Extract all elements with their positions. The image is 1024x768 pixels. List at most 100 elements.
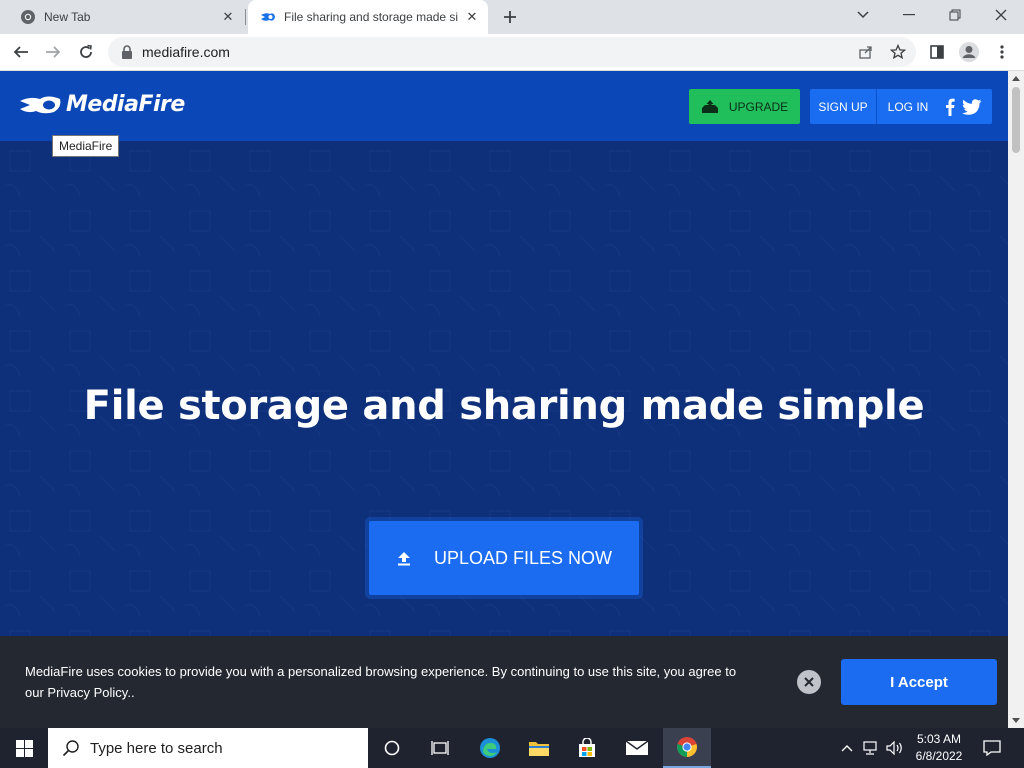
task-view-button[interactable] [416, 728, 464, 768]
forward-button[interactable] [39, 38, 67, 66]
minimize-button[interactable] [886, 0, 932, 30]
page-scrollbar[interactable] [1008, 71, 1024, 728]
side-panel-icon [930, 45, 944, 59]
facebook-link[interactable] [939, 96, 961, 118]
restore-button[interactable] [932, 0, 978, 30]
taskbar-search-box[interactable]: Type here to search [48, 728, 368, 768]
tab-title: File sharing and storage made si [284, 10, 459, 24]
browser-toolbar: mediafire.com [0, 34, 1024, 71]
accept-cookies-button[interactable]: I Accept [841, 659, 997, 705]
back-button[interactable] [7, 38, 35, 66]
upload-files-button[interactable]: UPLOAD FILES NOW [369, 521, 639, 595]
chrome-icon [21, 10, 35, 24]
close-tab-icon[interactable]: ✕ [462, 7, 482, 27]
search-icon [62, 740, 79, 757]
notification-icon [983, 740, 1001, 756]
upgrade-label: UPGRADE [728, 99, 789, 114]
cookie-consent-bar: MediaFire uses cookies to provide you wi… [0, 636, 1008, 728]
mediafire-favicon-icon [261, 13, 275, 21]
network-icon [863, 741, 877, 755]
reload-button[interactable] [72, 38, 100, 66]
hero-section: File storage and sharing made simple UPL… [0, 141, 1008, 636]
cortana-button[interactable] [368, 728, 416, 768]
search-placeholder: Type here to search [90, 739, 223, 757]
network-button[interactable] [860, 728, 882, 768]
share-icon [859, 46, 872, 59]
new-tab-button[interactable] [498, 5, 522, 29]
task-view-icon [431, 741, 449, 755]
share-button[interactable] [852, 38, 880, 66]
close-tab-icon[interactable]: ✕ [218, 7, 238, 27]
notifications-button[interactable] [978, 728, 1006, 768]
logo-tooltip: MediaFire [52, 135, 120, 157]
cookie-message: MediaFire uses cookies to provide you wi… [25, 664, 737, 700]
volume-button[interactable] [884, 728, 906, 768]
reload-icon [80, 44, 92, 58]
store-taskbar-button[interactable] [563, 728, 611, 768]
clock-date: 6/8/2022 [915, 749, 963, 763]
mail-taskbar-button[interactable] [613, 728, 661, 768]
arrow-right-icon [46, 46, 61, 58]
upgrade-icon [701, 99, 718, 113]
star-icon [890, 44, 906, 60]
windows-taskbar: Type here to search 5:03 AM 6/8/2022 [0, 728, 1024, 768]
file-explorer-taskbar-button[interactable] [515, 728, 563, 768]
bookmark-button[interactable] [884, 38, 912, 66]
mediafire-logo[interactable]: MediaFire [18, 92, 185, 117]
show-hidden-icons-button[interactable] [838, 728, 856, 768]
folder-icon [529, 742, 549, 756]
minimize-icon [903, 14, 915, 16]
cookie-close-button[interactable] [797, 670, 821, 694]
plus-icon [504, 11, 516, 23]
tab-mediafire[interactable]: File sharing and storage made si ✕ [248, 0, 488, 34]
speaker-icon [886, 741, 902, 755]
tab-search-button[interactable] [840, 0, 886, 30]
scroll-up-arrow-icon[interactable] [1012, 76, 1020, 81]
upload-button-label: UPLOAD FILES NOW [433, 547, 613, 568]
hero-title: File storage and sharing made simple [83, 383, 925, 429]
twitter-icon [962, 98, 982, 115]
lock-icon [122, 45, 132, 59]
close-icon [995, 9, 1007, 21]
address-bar[interactable]: mediafire.com [108, 37, 916, 67]
mediafire-flame-icon [20, 96, 61, 113]
url-text: mediafire.com [142, 44, 230, 60]
restore-icon [949, 9, 961, 21]
close-icon [804, 677, 814, 687]
edge-taskbar-button[interactable] [466, 728, 514, 768]
scroll-down-arrow-icon[interactable] [1012, 718, 1020, 723]
tab-new-tab[interactable]: New Tab ✕ [8, 0, 244, 34]
auth-nav-group: SIGN UP LOG IN [810, 89, 992, 124]
logo-text: MediaFire [66, 92, 185, 117]
chrome-icon [677, 737, 697, 757]
sign-up-button[interactable]: SIGN UP [810, 89, 877, 124]
chevron-up-icon [841, 745, 853, 752]
log-in-button[interactable]: LOG IN [877, 89, 939, 124]
facebook-icon [946, 98, 955, 116]
twitter-link[interactable] [961, 96, 983, 118]
mail-icon [625, 740, 649, 755]
tab-title: New Tab [44, 10, 91, 24]
taskbar-clock[interactable]: 5:03 AM 6/8/2022 [906, 731, 972, 765]
edge-icon [480, 738, 500, 758]
site-header: MediaFire UPGRADE SIGN UP LOG IN [0, 71, 1008, 141]
browser-tab-strip: New Tab ✕ File sharing and storage made … [0, 0, 1024, 34]
upload-arrow-icon [397, 552, 410, 566]
store-bag-icon [579, 738, 595, 757]
profile-button[interactable] [955, 38, 983, 66]
chrome-taskbar-button[interactable] [663, 728, 711, 768]
avatar-icon [959, 42, 979, 62]
tab-divider [245, 9, 246, 25]
page-viewport: MediaFire UPGRADE SIGN UP LOG IN File st… [0, 71, 1008, 728]
kebab-menu-icon [1000, 45, 1004, 59]
start-button[interactable] [0, 728, 48, 768]
windows-logo-icon [15, 739, 33, 757]
clock-time: 5:03 AM [916, 732, 962, 746]
arrow-left-icon [13, 46, 28, 58]
cortana-icon [384, 740, 400, 756]
side-panel-button[interactable] [923, 38, 951, 66]
upgrade-button[interactable]: UPGRADE [689, 89, 800, 124]
scrollbar-thumb[interactable] [1012, 87, 1020, 153]
menu-button[interactable] [988, 38, 1016, 66]
close-window-button[interactable] [978, 0, 1024, 30]
